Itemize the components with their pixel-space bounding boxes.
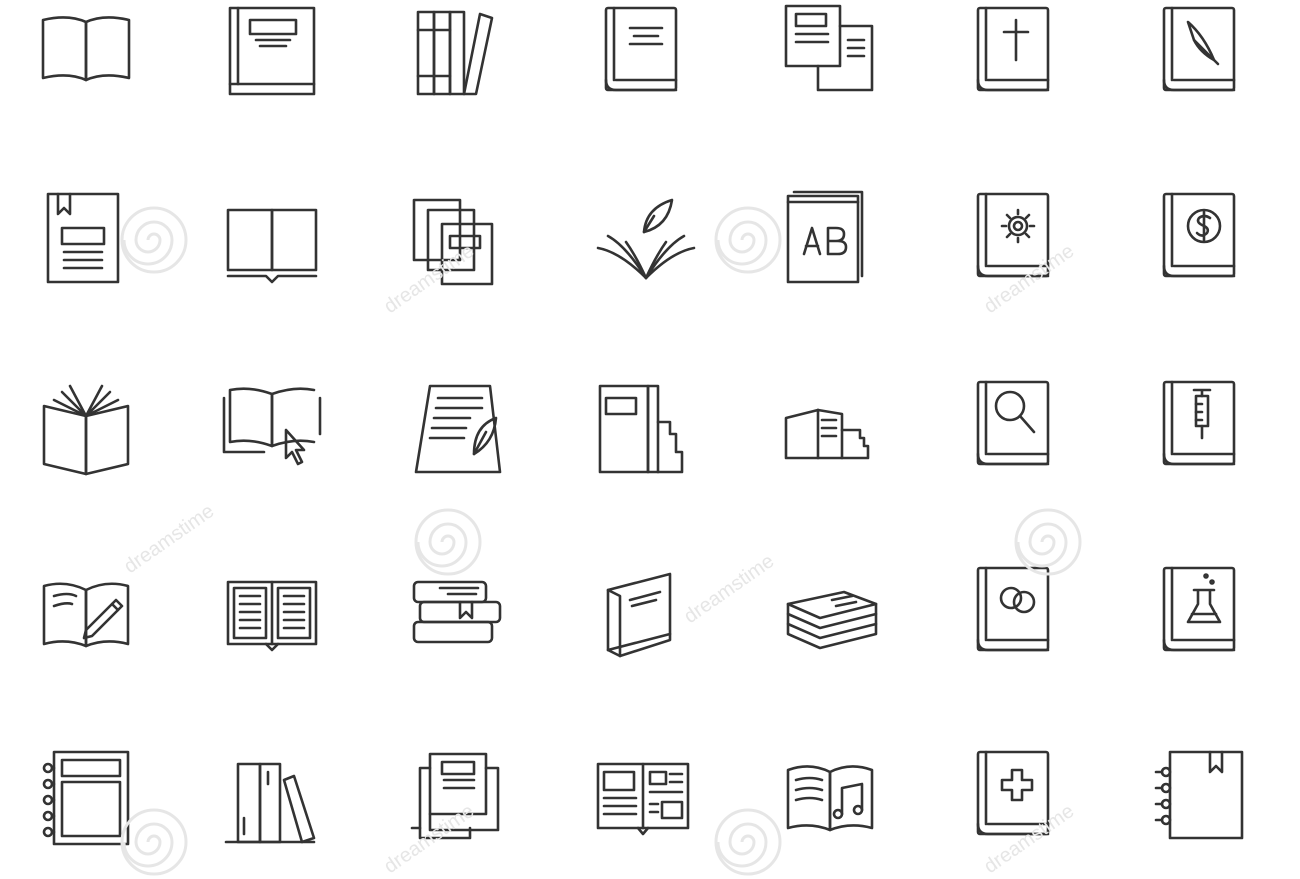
icon-grid: dreamstime dreamstime dreamstime dreamstime… [0, 0, 1300, 878]
finance-book-icon [1144, 186, 1264, 306]
book-stack-reading-icon [772, 374, 892, 494]
open-book-pen-icon [28, 560, 148, 680]
open-book-pages-icon [28, 374, 148, 494]
stacked-books-icon [772, 560, 892, 680]
search-book-icon [958, 374, 1078, 494]
spiral-notebook-icon [28, 744, 148, 864]
settings-book-icon [958, 186, 1078, 306]
quill-leaves-icon [586, 186, 706, 306]
writing-page-icon [400, 374, 520, 494]
medical-syringe-book-icon [1144, 374, 1264, 494]
medical-cross-book-icon [958, 744, 1078, 864]
open-book-flat-icon [214, 186, 334, 306]
closed-book-icon [586, 0, 706, 120]
books-on-shelf-leaning-icon [214, 744, 334, 864]
open-book-cursor-icon [214, 374, 334, 494]
books-on-shelf-icon [400, 0, 520, 120]
open-book-text-icon [214, 560, 334, 680]
stacked-documents-icon [400, 186, 520, 306]
magazine-icon [586, 744, 706, 864]
quill-book-icon [1144, 0, 1264, 120]
music-book-icon [772, 744, 892, 864]
standing-book-icon [586, 560, 706, 680]
wedding-rings-book-icon [958, 560, 1078, 680]
open-book-icon [28, 0, 148, 120]
document-stack-icon [400, 744, 520, 864]
two-documents-icon [772, 0, 892, 120]
binder-books-icon [586, 374, 706, 494]
spiral-bookmark-notebook-icon [1144, 744, 1264, 864]
alphabet-book-icon [772, 186, 892, 306]
three-books-stack-icon [400, 560, 520, 680]
bible-icon [958, 0, 1078, 120]
science-flask-book-icon [1144, 560, 1264, 680]
bookmarked-book-icon [28, 186, 148, 306]
book-cover-text-icon [214, 0, 334, 120]
